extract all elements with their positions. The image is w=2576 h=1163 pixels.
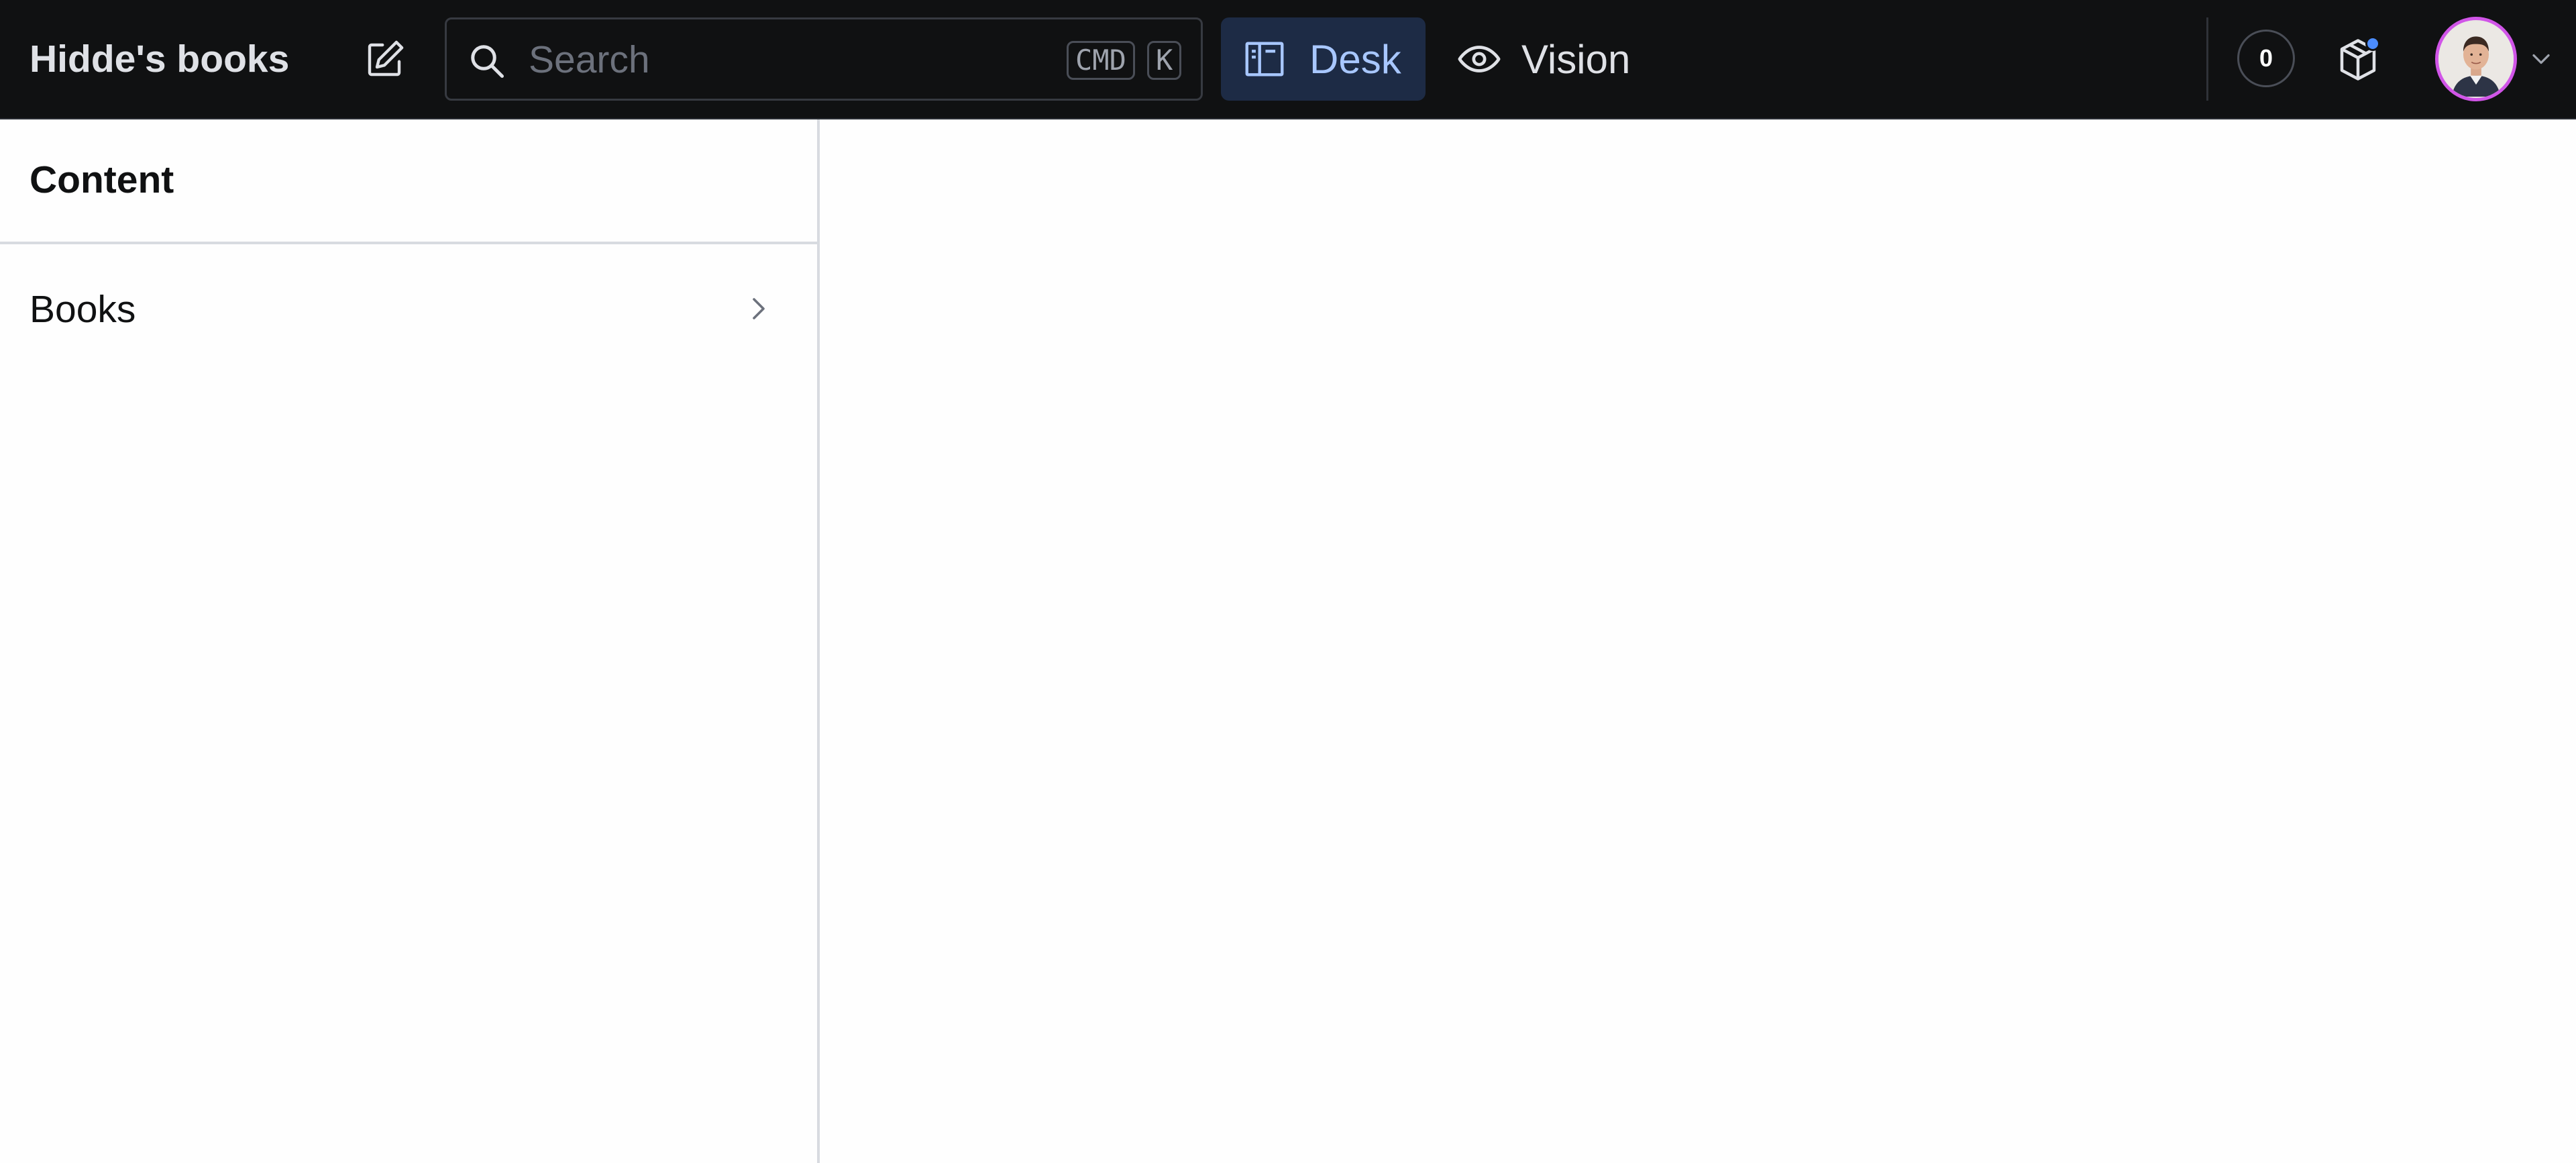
pane-header: Content <box>0 119 817 244</box>
tab-vision-label: Vision <box>1521 36 1631 82</box>
desk-icon <box>1241 36 1288 83</box>
chevron-right-icon <box>742 293 774 325</box>
navbar-divider <box>2206 17 2208 101</box>
eye-icon <box>1456 36 1503 83</box>
search-box[interactable]: CMD K <box>445 17 1203 101</box>
main-area <box>822 119 2576 1163</box>
search-icon <box>471 45 504 78</box>
top-navbar: Hidde's books CMD K Desk <box>0 0 2576 119</box>
notification-dot <box>2365 36 2380 51</box>
counter-badge[interactable]: 0 <box>2237 30 2295 87</box>
compose-button[interactable] <box>354 30 415 90</box>
shortcut-key-k: K <box>1147 41 1182 80</box>
list-item-books[interactable]: Books <box>9 266 801 352</box>
app-title[interactable]: Hidde's books <box>30 35 289 83</box>
shortcut-key-cmd: CMD <box>1067 41 1135 80</box>
resources-button[interactable] <box>2328 30 2388 90</box>
tab-desk[interactable]: Desk <box>1221 17 1426 101</box>
search-input[interactable] <box>527 33 1037 87</box>
user-avatar <box>2435 17 2517 101</box>
chevron-down-icon <box>2526 44 2556 74</box>
list-item-label: Books <box>30 288 136 331</box>
tab-desk-label: Desk <box>1309 36 1401 82</box>
tab-vision[interactable]: Vision <box>1442 17 1644 101</box>
user-menu-button[interactable] <box>2435 16 2556 102</box>
content-pane: Content Books <box>0 119 820 1163</box>
compose-icon <box>368 40 404 77</box>
pane-title: Content <box>30 158 174 201</box>
